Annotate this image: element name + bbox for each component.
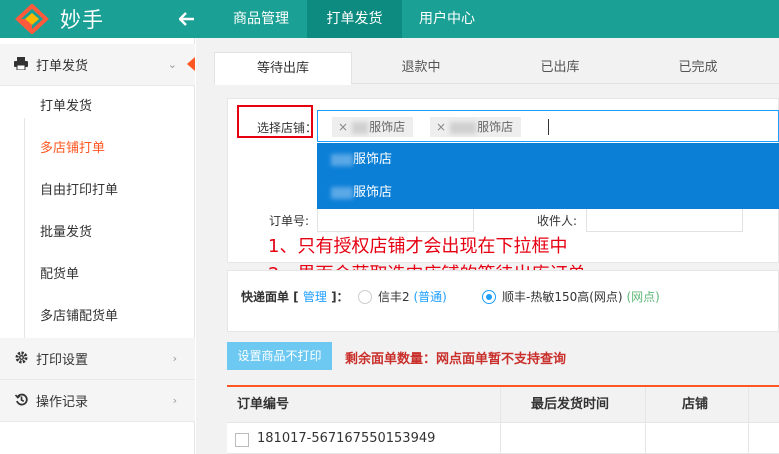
column-header-order-no[interactable]: 订单编号 bbox=[237, 387, 289, 423]
highlight-box bbox=[237, 105, 313, 138]
sidebar-group-operation-log[interactable]: 操作记录 › bbox=[0, 380, 195, 422]
column-header-last-ship-time[interactable]: 最后发货时间 bbox=[531, 387, 609, 423]
chip-label: 服饰店 bbox=[369, 120, 406, 134]
collapse-menu-button[interactable] bbox=[172, 0, 202, 38]
redacted-text bbox=[450, 121, 477, 134]
express-option-label: 顺丰-热敏150高(网点) (网点) bbox=[502, 288, 660, 305]
chevron-right-icon: › bbox=[172, 394, 177, 407]
active-marker bbox=[187, 57, 195, 71]
text-cursor bbox=[548, 119, 549, 135]
logo-icon bbox=[15, 4, 49, 34]
tab-awaiting-shipment[interactable]: 等待出库 bbox=[214, 52, 352, 85]
redacted-text bbox=[331, 186, 353, 199]
table-row[interactable]: 181017-567167550153949 bbox=[227, 423, 779, 454]
sidebar-item-multi-shop-picking[interactable]: 多店铺配货单 bbox=[0, 296, 195, 338]
express-label: 快递面单 [ 管理 ]： bbox=[241, 288, 349, 305]
shop-dropdown-list: 服饰店 服饰店 bbox=[317, 143, 779, 209]
column-divider bbox=[748, 387, 749, 423]
chip-label: 服饰店 bbox=[477, 120, 514, 134]
tab-shipped[interactable]: 已出库 bbox=[491, 52, 629, 84]
tab-completed[interactable]: 已完成 bbox=[629, 52, 767, 84]
express-option-tag: (网点) bbox=[626, 290, 660, 304]
receiver-input[interactable] bbox=[586, 206, 743, 232]
column-divider bbox=[500, 423, 501, 454]
column-divider bbox=[645, 387, 646, 423]
row-checkbox[interactable] bbox=[235, 433, 249, 447]
order-no-input[interactable] bbox=[317, 206, 474, 232]
option-label: 服饰店 bbox=[353, 185, 393, 200]
nav-item-product-management[interactable]: 商品管理 bbox=[218, 0, 304, 38]
nav-item-print-ship[interactable]: 打单发货 bbox=[307, 0, 402, 38]
dropdown-option[interactable]: 服饰店 bbox=[317, 176, 779, 209]
remove-chip-icon[interactable]: × bbox=[436, 120, 446, 134]
column-divider bbox=[748, 423, 749, 454]
column-divider bbox=[500, 387, 501, 423]
column-header-shop[interactable]: 店铺 bbox=[682, 387, 708, 423]
history-icon bbox=[14, 393, 28, 409]
express-option-label: 信丰2 (普通) bbox=[378, 288, 447, 305]
column-divider bbox=[645, 423, 646, 454]
order-no-cell: 181017-567167550153949 bbox=[257, 431, 436, 446]
remove-chip-icon[interactable]: × bbox=[338, 120, 348, 134]
annotation-note-1: 1、只有授权店铺才会出现在下拉框中 bbox=[268, 236, 568, 257]
remaining-waybill-text: 剩余面单数量：网点面单暂不支持查询 bbox=[345, 352, 567, 367]
order-no-label: 订单号: bbox=[269, 214, 310, 228]
chevron-right-icon: › bbox=[172, 352, 177, 365]
sidebar-item-free-print[interactable]: 自由打印打单 bbox=[0, 170, 195, 212]
logo[interactable]: 妙手 bbox=[0, 0, 160, 38]
express-option-name: 顺丰-热敏150高(网点) bbox=[502, 290, 623, 304]
sidebar-item-picking-list[interactable]: 配货单 bbox=[0, 254, 195, 296]
orders-table-header: 订单编号 最后发货时间 店铺 bbox=[227, 385, 779, 423]
top-navbar: 妙手 商品管理 打单发货 用户中心 bbox=[0, 0, 779, 38]
sidebar-group-label: 打印设置 bbox=[36, 353, 89, 368]
sidebar-item-batch-ship[interactable]: 批量发货 bbox=[0, 212, 195, 254]
chevron-down-icon: ⌄ bbox=[167, 58, 177, 71]
nav-item-user-center[interactable]: 用户中心 bbox=[404, 0, 490, 38]
sidebar-group-print-settings[interactable]: 打印设置 › bbox=[0, 338, 195, 380]
redacted-text bbox=[331, 153, 353, 166]
express-option-radio-selected[interactable] bbox=[482, 290, 496, 304]
express-label-end: ]： bbox=[331, 290, 349, 304]
receiver-label: 收件人: bbox=[537, 214, 578, 228]
express-option-tag: (普通) bbox=[413, 290, 447, 304]
gear-icon bbox=[14, 351, 28, 367]
option-label: 服饰店 bbox=[353, 152, 393, 167]
redacted-text bbox=[352, 121, 369, 134]
order-status-tabs: 等待出库 退款中 已出库 已完成 bbox=[214, 52, 779, 85]
sidebar-group-print-ship[interactable]: 打单发货 ⌄ bbox=[0, 44, 195, 86]
logo-text: 妙手 bbox=[60, 8, 104, 32]
set-no-print-button[interactable]: 设置商品不打印 bbox=[227, 342, 332, 370]
express-option-name: 信丰2 bbox=[378, 290, 410, 304]
shop-multi-select[interactable]: × 服饰店 × 服饰店 bbox=[317, 110, 779, 142]
sidebar-group-label: 打单发货 bbox=[36, 59, 89, 74]
printer-icon bbox=[14, 56, 28, 73]
express-option-radio[interactable] bbox=[358, 290, 372, 304]
sidebar-item-print-ship[interactable]: 打单发货 bbox=[0, 86, 195, 128]
sidebar: 打单发货 ⌄ 打单发货 多店铺打单 自由打印打单 批量发货 配货单 多店铺配货单… bbox=[0, 38, 195, 454]
manage-link[interactable]: 管理 bbox=[303, 290, 327, 304]
selected-shop-chip[interactable]: × 服饰店 bbox=[332, 117, 414, 137]
dropdown-option[interactable]: 服饰店 bbox=[317, 143, 779, 176]
express-label-text: 快递面单 [ bbox=[241, 290, 299, 304]
sidebar-group-label: 操作记录 bbox=[36, 395, 89, 410]
sidebar-item-multi-shop-print[interactable]: 多店铺打单 bbox=[0, 128, 195, 170]
selected-shop-chip[interactable]: × 服饰店 bbox=[430, 117, 522, 137]
arrow-left-icon bbox=[179, 12, 194, 26]
tab-refunding[interactable]: 退款中 bbox=[352, 52, 490, 84]
